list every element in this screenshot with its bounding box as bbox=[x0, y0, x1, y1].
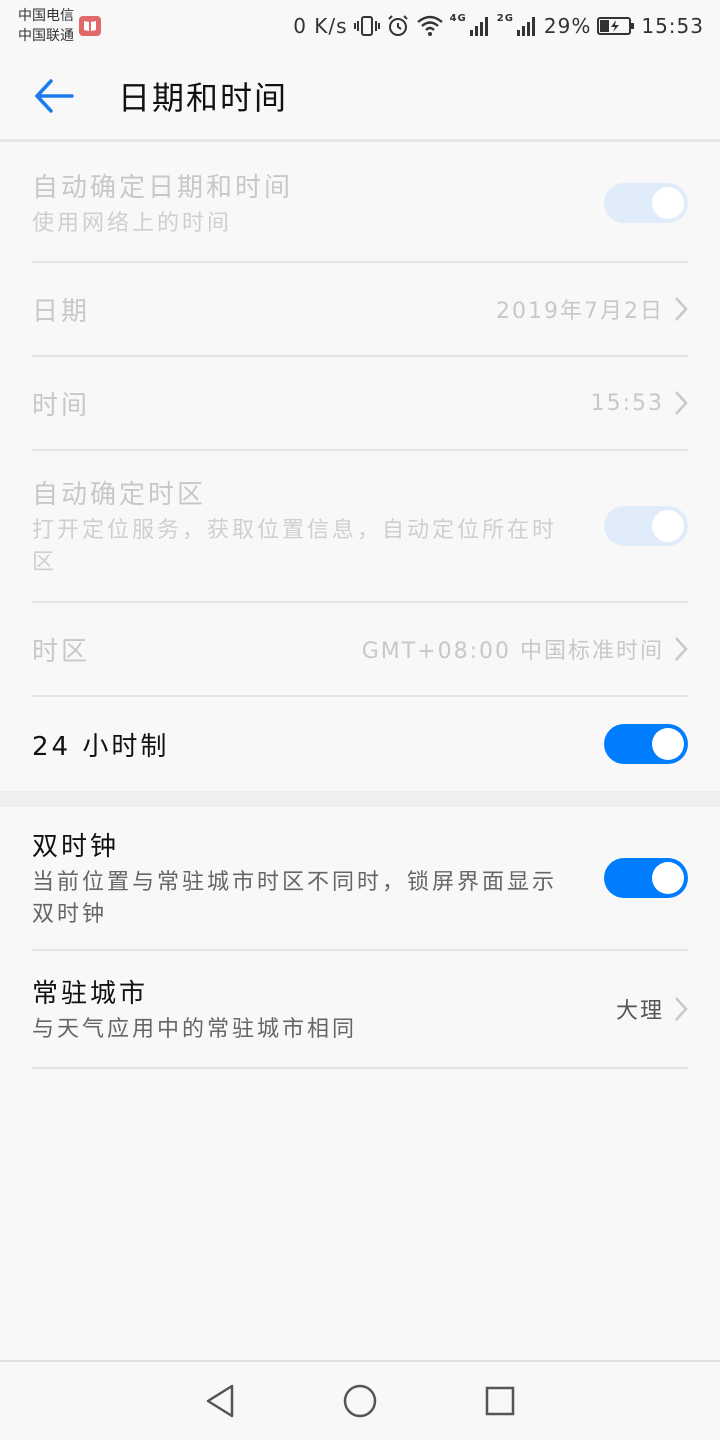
date-title: 日期 bbox=[32, 296, 91, 327]
app-bar: 日期和时间 bbox=[0, 52, 720, 142]
auto-timezone-toggle[interactable] bbox=[604, 506, 688, 546]
home-city-subtitle: 与天气应用中的常驻城市相同 bbox=[32, 1016, 358, 1042]
carrier-2: 中国联通 bbox=[18, 28, 74, 44]
time-title: 时间 bbox=[32, 390, 91, 421]
date-row[interactable]: 日期 2019年7月2日 bbox=[32, 263, 688, 357]
triangle-back-icon bbox=[206, 1384, 234, 1418]
home-city-title: 常驻城市 bbox=[32, 978, 149, 1009]
home-city-row[interactable]: 常驻城市 与天气应用中的常驻城市相同 大理 bbox=[32, 951, 688, 1069]
nav-back-button[interactable] bbox=[190, 1371, 250, 1431]
auto-datetime-subtitle: 使用网络上的时间 bbox=[32, 210, 233, 236]
home-city-value: 大理 bbox=[615, 999, 664, 1024]
hour24-row[interactable]: 24 小时制 bbox=[32, 697, 688, 791]
square-recents-icon bbox=[485, 1386, 515, 1416]
nav-recents-button[interactable] bbox=[470, 1371, 530, 1431]
net-speed: 0 K/s bbox=[293, 14, 348, 38]
chevron-right-icon bbox=[675, 391, 688, 415]
battery-charging-icon bbox=[597, 17, 635, 35]
carrier-1: 中国电信 bbox=[18, 8, 74, 24]
page-title: 日期和时间 bbox=[118, 78, 289, 117]
vibrate-icon bbox=[353, 16, 380, 36]
battery-percent: 29% bbox=[543, 14, 592, 38]
auto-datetime-toggle[interactable] bbox=[604, 183, 688, 223]
back-arrow-icon bbox=[35, 78, 74, 113]
auto-timezone-subtitle: 打开定位服务，获取位置信息，自动定位所在时区 bbox=[32, 517, 558, 575]
hour24-title: 24 小时制 bbox=[32, 731, 170, 762]
network-2g-label: 2G bbox=[496, 12, 514, 24]
wifi-icon bbox=[416, 15, 443, 36]
hour24-toggle[interactable] bbox=[604, 724, 688, 764]
circle-home-icon bbox=[343, 1384, 377, 1418]
dual-clock-subtitle: 当前位置与常驻城市时区不同时，锁屏界面显示双时钟 bbox=[32, 869, 558, 927]
status-bar: 中国电信 中国联通 0 K/s 4G 2G 29% 15:53 bbox=[0, 0, 720, 52]
section-divider bbox=[0, 791, 720, 807]
alarm-icon bbox=[387, 15, 408, 36]
datetime-settings-section: 自动确定日期和时间 使用网络上的时间 日期 2019年7月2日 时间 15:53… bbox=[0, 145, 720, 791]
timezone-value: GMT+08:00 中国标准时间 bbox=[361, 639, 664, 664]
carrier-info: 中国电信 中国联通 bbox=[18, 6, 102, 46]
signal-2-icon bbox=[516, 17, 535, 36]
auto-timezone-row[interactable]: 自动确定时区 打开定位服务，获取位置信息，自动定位所在时区 bbox=[32, 451, 688, 603]
timezone-row[interactable]: 时区 GMT+08:00 中国标准时间 bbox=[32, 603, 688, 697]
status-icons: 0 K/s 4G 2G 29% 15:53 bbox=[293, 12, 704, 39]
auto-datetime-title: 自动确定日期和时间 bbox=[32, 172, 294, 203]
clock-settings-section: 双时钟 当前位置与常驻城市时区不同时，锁屏界面显示双时钟 常驻城市 与天气应用中… bbox=[0, 807, 720, 1069]
book-notification-icon bbox=[79, 16, 101, 36]
date-value: 2019年7月2日 bbox=[496, 299, 664, 324]
timezone-title: 时区 bbox=[32, 636, 91, 667]
back-button[interactable] bbox=[14, 51, 94, 141]
network-4g-label: 4G bbox=[449, 12, 467, 24]
dual-clock-toggle[interactable] bbox=[604, 858, 688, 898]
clock-time: 15:53 bbox=[641, 14, 704, 38]
nav-home-button[interactable] bbox=[330, 1371, 390, 1431]
auto-timezone-title: 自动确定时区 bbox=[32, 479, 207, 510]
time-value: 15:53 bbox=[590, 390, 664, 416]
dual-clock-row[interactable]: 双时钟 当前位置与常驻城市时区不同时，锁屏界面显示双时钟 bbox=[32, 807, 688, 951]
dual-clock-title: 双时钟 bbox=[32, 831, 120, 862]
auto-datetime-row[interactable]: 自动确定日期和时间 使用网络上的时间 bbox=[32, 145, 688, 263]
navigation-bar bbox=[0, 1360, 720, 1440]
chevron-right-icon bbox=[675, 997, 688, 1021]
chevron-right-icon bbox=[675, 297, 688, 321]
time-row[interactable]: 时间 15:53 bbox=[32, 357, 688, 451]
chevron-right-icon bbox=[675, 637, 688, 661]
signal-1-icon bbox=[469, 17, 488, 36]
